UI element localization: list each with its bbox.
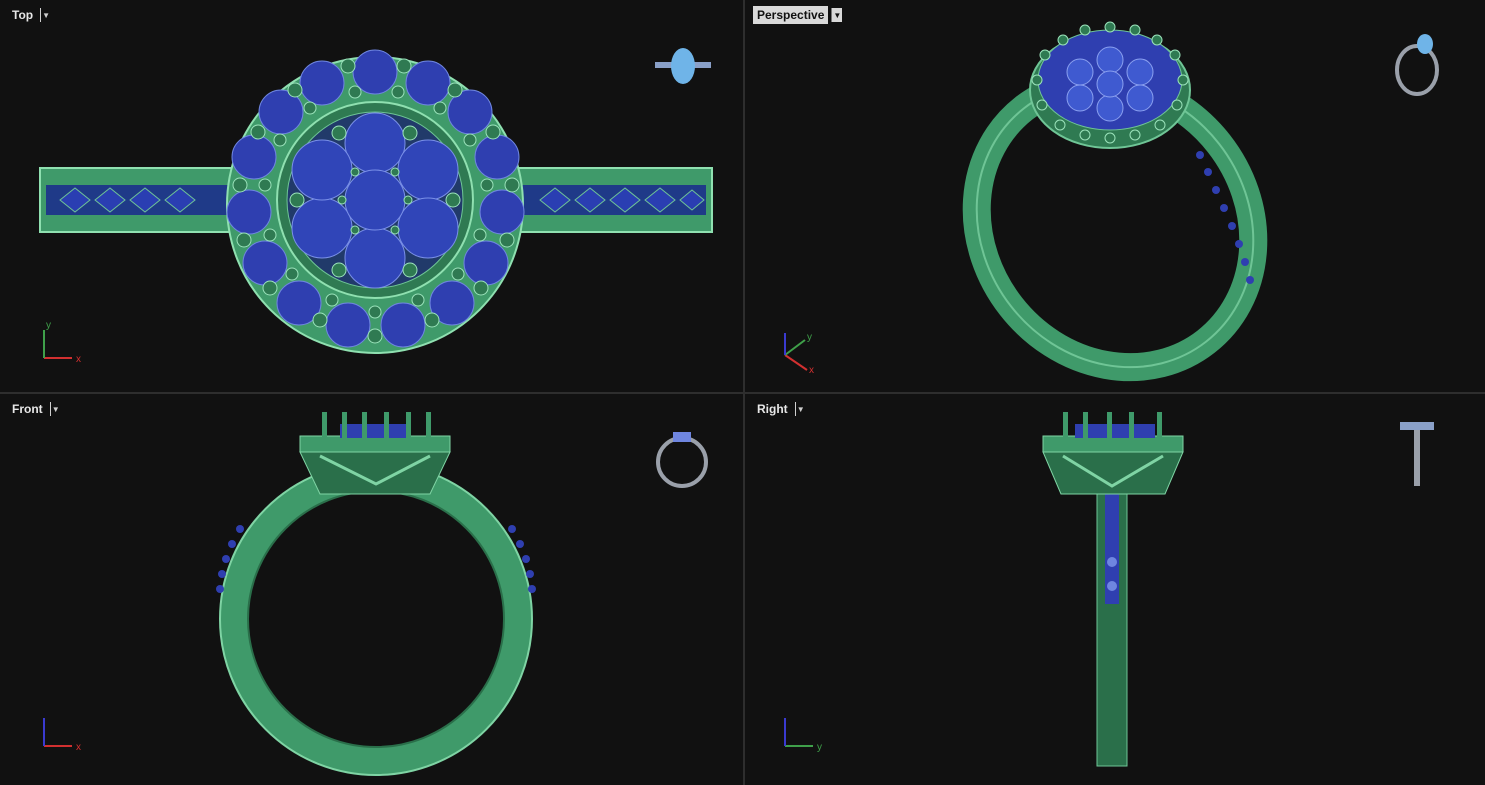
axis-y-label: y: [46, 320, 51, 331]
viewport-title[interactable]: Front: [8, 400, 47, 418]
axis-gizmo: x y: [784, 332, 814, 376]
viewport-menu-chevron-icon[interactable]: ▼: [831, 8, 843, 22]
viewport-top-header: Top ▼: [8, 6, 51, 24]
setting-top: [1042, 435, 1184, 453]
perspective-view-canvas[interactable]: x y: [745, 0, 1485, 394]
viewport-front-header: Front ▼: [8, 400, 61, 418]
viewport-menu-chevron-icon[interactable]: ▼: [794, 402, 806, 416]
viewport-right-header: Right ▼: [753, 400, 806, 418]
top-view-canvas[interactable]: x y: [0, 0, 745, 394]
view-thumbnail: [1395, 34, 1439, 96]
viewport-menu-chevron-icon[interactable]: ▼: [49, 402, 61, 416]
view-thumbnail: [655, 48, 711, 84]
viewport-perspective-header: Perspective ▼: [753, 6, 843, 24]
axis-gizmo: x y: [43, 320, 81, 365]
viewport-menu-chevron-icon[interactable]: ▼: [40, 8, 51, 22]
front-view-canvas[interactable]: x: [0, 394, 745, 785]
axis-y-label: y: [807, 332, 812, 343]
viewport-top[interactable]: x y Top ▼: [0, 0, 745, 394]
viewport-front[interactable]: x Front ▼: [0, 394, 745, 785]
axis-gizmo: y: [784, 718, 822, 753]
viewport-title[interactable]: Perspective: [753, 6, 829, 24]
axis-x-label: x: [809, 365, 814, 376]
viewport-title[interactable]: Right: [753, 400, 792, 418]
viewport-perspective[interactable]: x y Perspective ▼: [745, 0, 1485, 394]
axis-gizmo: x: [43, 718, 81, 753]
axis-y-label: y: [817, 742, 822, 753]
view-thumbnail: [656, 432, 708, 488]
axis-x-label: x: [76, 354, 81, 365]
axis-x-label: x: [76, 742, 81, 753]
viewport-grid: x y Top ▼ x y Perspective ▼ x Front ▼ y …: [0, 0, 1485, 785]
right-view-canvas[interactable]: y: [745, 394, 1485, 785]
view-thumbnail: [1400, 422, 1434, 486]
setting-top: [299, 435, 451, 453]
ring-band: [220, 463, 532, 775]
viewport-right[interactable]: y Right ▼: [745, 394, 1485, 785]
viewport-title[interactable]: Top: [8, 6, 37, 24]
